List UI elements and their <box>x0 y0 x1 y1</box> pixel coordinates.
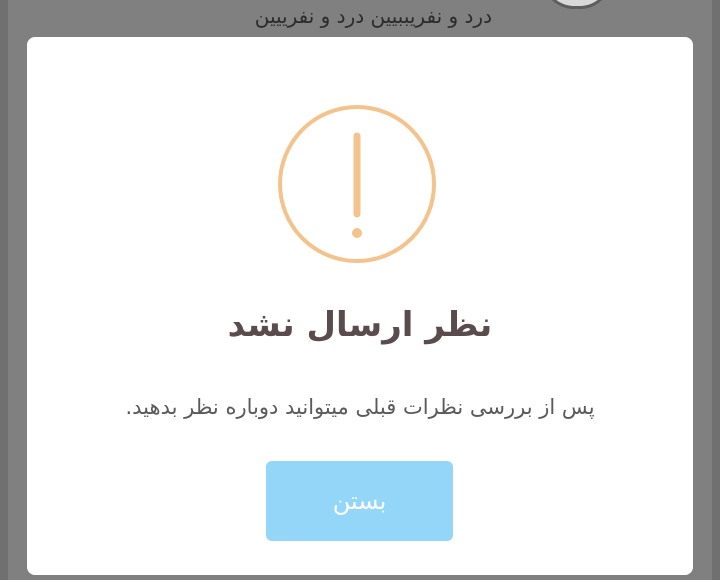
dialog-message: پس از بررسی نظرات قبلی میتوانید دوباره ن… <box>125 395 595 419</box>
alert-dialog: نظر ارسال نشد پس از بررسی نظرات قبلی میت… <box>27 37 693 575</box>
background-edge-right <box>712 0 720 580</box>
background-edge-left <box>0 0 8 580</box>
exclamation-circle-icon <box>278 105 436 263</box>
background-comment-text: درد و نفریببیین درد و نفرییین <box>254 4 492 28</box>
close-button[interactable]: بستن <box>266 461 453 541</box>
dialog-title: نظر ارسال نشد <box>227 305 493 345</box>
